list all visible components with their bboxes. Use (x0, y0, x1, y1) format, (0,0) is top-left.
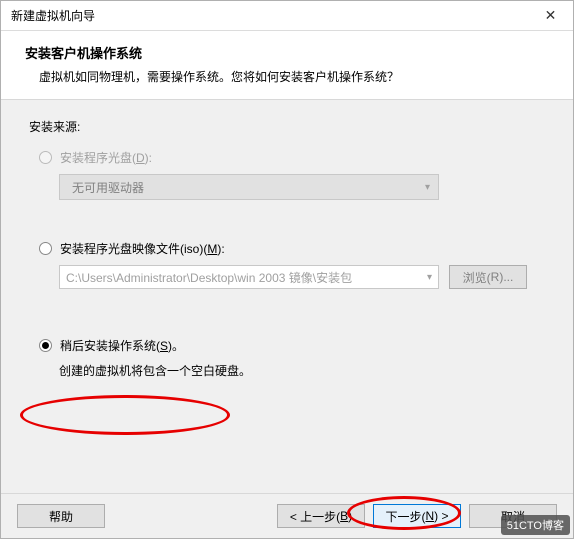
option-later-desc: 创建的虚拟机将包含一个空白硬盘。 (29, 362, 545, 379)
chevron-down-icon: ▾ (425, 182, 430, 193)
option-iso-label: 安装程序光盘映像文件(iso)(M): (60, 240, 225, 257)
option-later-row[interactable]: 稍后安装操作系统(S)。 (29, 337, 545, 354)
option-disc-label: 安装程序光盘(D): (60, 149, 152, 166)
iso-path-input[interactable]: C:\Users\Administrator\Desktop\win 2003 … (59, 265, 439, 289)
back-button[interactable]: < 上一步(B) (277, 504, 365, 528)
watermark: 51CTO博客 (501, 515, 570, 535)
option-iso-row[interactable]: 安装程序光盘映像文件(iso)(M): (29, 240, 545, 257)
close-icon: ✕ (545, 7, 557, 24)
iso-input-row: C:\Users\Administrator\Desktop\win 2003 … (59, 265, 545, 289)
disc-drive-combo[interactable]: 无可用驱动器 ▾ (59, 174, 439, 200)
page-title: 安装客户机操作系统 (25, 43, 549, 62)
install-source-label: 安装来源: (29, 118, 545, 135)
option-disc-group: 安装程序光盘(D): 无可用驱动器 ▾ (29, 149, 545, 200)
wizard-dialog: 新建虚拟机向导 ✕ 安装客户机操作系统 虚拟机如同物理机，需要操作系统。您将如何… (0, 0, 574, 539)
header-panel: 安装客户机操作系统 虚拟机如同物理机，需要操作系统。您将如何安装客户机操作系统？ (1, 31, 573, 100)
close-button[interactable]: ✕ (528, 1, 573, 30)
disc-drive-text: 无可用驱动器 (72, 179, 144, 196)
help-button[interactable]: 帮助 (17, 504, 105, 528)
option-later-group: 稍后安装操作系统(S)。 创建的虚拟机将包含一个空白硬盘。 (29, 337, 545, 379)
page-description: 虚拟机如同物理机，需要操作系统。您将如何安装客户机操作系统？ (25, 68, 549, 85)
next-button[interactable]: 下一步(N) > (373, 504, 461, 528)
iso-path-text: C:\Users\Administrator\Desktop\win 2003 … (66, 269, 352, 286)
footer-buttons: 帮助 < 上一步(B) 下一步(N) > 取消 (1, 493, 573, 538)
chevron-down-icon: ▾ (427, 272, 432, 283)
option-later-label: 稍后安装操作系统(S)。 (60, 337, 184, 354)
radio-disc[interactable] (39, 151, 52, 164)
browse-button[interactable]: 浏览(R)... (449, 265, 527, 289)
radio-iso[interactable] (39, 242, 52, 255)
radio-later[interactable] (39, 339, 52, 352)
content-area: 安装来源: 安装程序光盘(D): 无可用驱动器 ▾ 安装程序光盘映像文件(iso… (1, 100, 573, 493)
option-disc-row[interactable]: 安装程序光盘(D): (29, 149, 545, 166)
window-title: 新建虚拟机向导 (11, 7, 95, 24)
option-iso-group: 安装程序光盘映像文件(iso)(M): C:\Users\Administrat… (29, 240, 545, 289)
titlebar: 新建虚拟机向导 ✕ (1, 1, 573, 31)
